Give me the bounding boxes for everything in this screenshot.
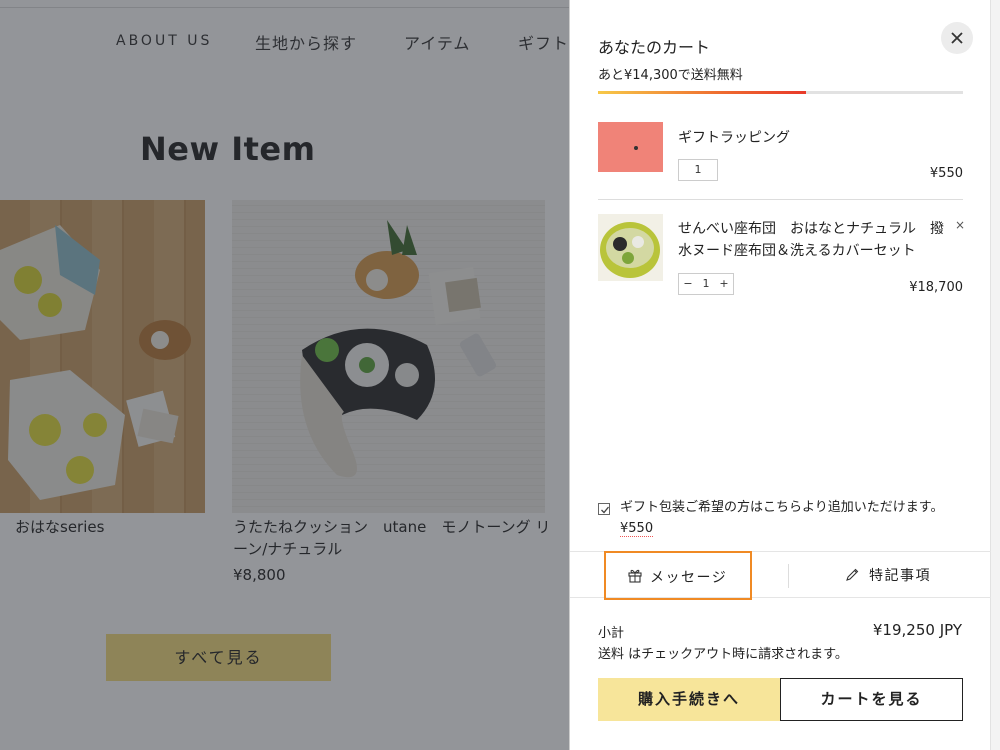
subtotal-value: ¥19,250 JPY	[872, 621, 962, 639]
message-label: メッセージ	[650, 570, 728, 586]
gift-icon	[628, 569, 642, 583]
shipping-note: 送料 はチェックアウト時に請求されます。	[598, 647, 848, 662]
checkmark-icon	[601, 506, 610, 514]
item-thumbnail[interactable]	[598, 214, 663, 281]
gift-wrap-option: ギフト包装ご希望の方はこちらより追加いただけます。 ¥550	[598, 497, 963, 539]
item-name[interactable]: せんべい座布団 おはなとナチュラル 撥水ヌード座布団＆洗えるカバーセット	[678, 218, 953, 262]
item-price: ¥18,700	[909, 280, 963, 295]
cart-actions-row: メッセージ 特記事項	[570, 551, 991, 600]
gift-wrap-checkbox[interactable]	[598, 503, 610, 515]
scrollbar[interactable]	[990, 0, 1000, 750]
subtotal-label: 小計	[598, 626, 625, 641]
quantity-field[interactable]: 1	[678, 159, 718, 181]
gift-wrap-label: ギフト包装ご希望の方はこちらより追加いただけます。 ¥550	[620, 497, 963, 539]
progress-fill	[598, 91, 807, 94]
decrement-button[interactable]: −	[679, 274, 697, 294]
checkout-button[interactable]: 購入手続きへ	[598, 678, 780, 721]
free-shipping-message: あと¥14,300で送料無料	[598, 68, 743, 83]
free-shipping-progress	[598, 91, 963, 94]
message-button[interactable]: メッセージ	[604, 551, 752, 600]
divider	[788, 564, 789, 588]
gift-wrap-price: ¥550	[620, 521, 654, 537]
cart-drawer: あなたのカート あと¥14,300で送料無料 ギフトラッピング 1 ¥550 せ…	[569, 0, 1000, 750]
item-price: ¥550	[929, 166, 963, 181]
notes-button[interactable]: 特記事項	[845, 565, 931, 585]
remove-item-icon[interactable]: ×	[955, 218, 965, 232]
cart-item: ギフトラッピング 1 ¥550	[598, 114, 963, 200]
gift-wrap-text: ギフト包装ご希望の方はこちらより追加いただけます。	[620, 500, 944, 515]
modal-backdrop[interactable]	[0, 0, 569, 750]
close-cart-button[interactable]	[941, 22, 973, 54]
increment-button[interactable]: +	[715, 274, 733, 294]
cushion-thumbnail-image	[600, 222, 660, 278]
cart-item: せんべい座布団 おはなとナチュラル 撥水ヌード座布団＆洗えるカバーセット × −…	[598, 200, 965, 310]
pencil-icon	[846, 568, 859, 581]
cart-title: あなたのカート	[598, 38, 711, 57]
notes-label: 特記事項	[869, 568, 931, 584]
item-name[interactable]: ギフトラッピング	[678, 127, 790, 149]
close-icon	[951, 32, 963, 44]
quantity-value[interactable]: 1	[697, 274, 715, 294]
quantity-stepper: − 1 +	[678, 273, 734, 295]
view-cart-button[interactable]: カートを見る	[780, 678, 963, 721]
item-thumbnail[interactable]	[598, 122, 663, 172]
